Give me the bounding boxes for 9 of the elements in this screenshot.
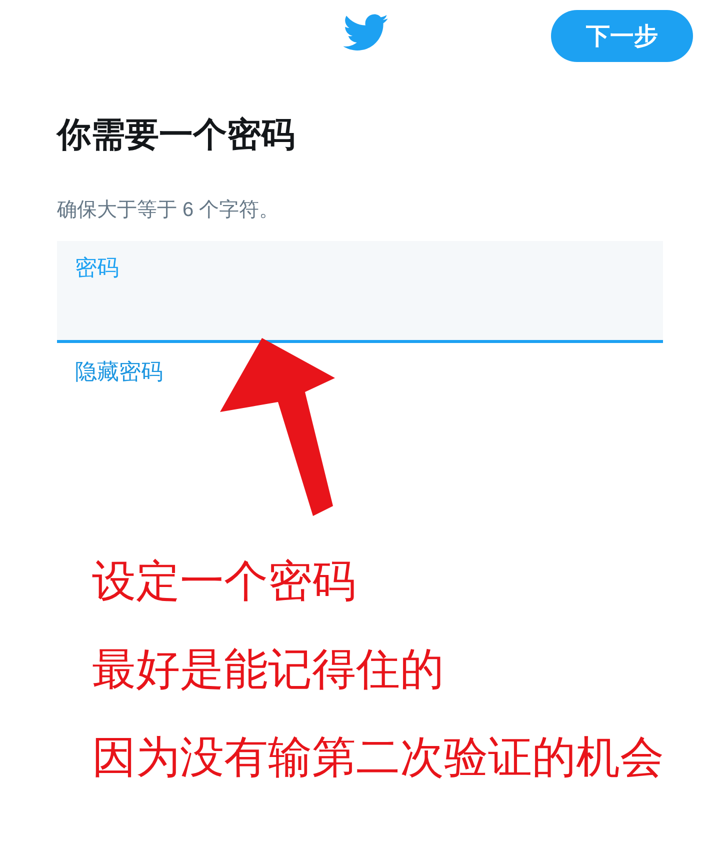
annotation-text: 因为没有输第二次验证的机会 (92, 733, 663, 783)
hide-password-link[interactable]: 隐藏密码 (75, 357, 163, 387)
next-button[interactable]: 下一步 (551, 10, 693, 62)
subtitle-text: 确保大于等于 6 个字符。 (57, 198, 280, 223)
page-title: 你需要一个密码 (57, 115, 296, 156)
annotation-text: 最好是能记得住的 (92, 645, 445, 695)
annotation-text: 设定一个密码 (92, 557, 357, 607)
bird-logo-icon (343, 14, 389, 52)
password-field[interactable]: 密码 (57, 241, 663, 343)
